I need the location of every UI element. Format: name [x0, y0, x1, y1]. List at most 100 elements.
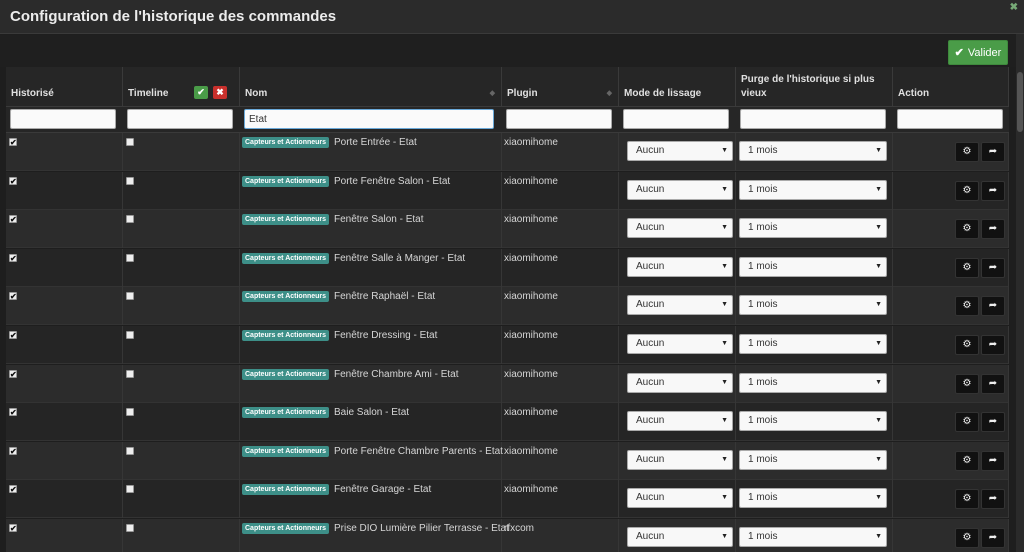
gears-icon[interactable]: ⚙ [955, 374, 979, 394]
timeline-checkbox[interactable] [126, 254, 134, 262]
smoothing-mode-select[interactable]: Aucun ▼ [627, 218, 733, 238]
timeline-checkbox[interactable] [126, 408, 134, 416]
gears-icon[interactable]: ⚙ [955, 142, 979, 162]
header-nom[interactable]: Nom ◆ [240, 67, 502, 107]
timeline-checkbox[interactable] [126, 215, 134, 223]
header-plugin[interactable]: Plugin ◆ [502, 67, 619, 107]
timeline-checkbox[interactable] [126, 485, 134, 493]
timeline-checkbox[interactable] [126, 292, 134, 300]
smoothing-mode-select[interactable]: Aucun ▼ [627, 450, 733, 470]
filter-purge-input[interactable] [740, 109, 886, 129]
header-historise[interactable]: Historisé [6, 67, 123, 107]
purge-value: 1 mois [748, 184, 778, 195]
share-arrow-icon[interactable]: ➦ [981, 181, 1005, 201]
purge-select[interactable]: 1 mois ▼ [739, 373, 887, 393]
timeline-checkbox[interactable] [126, 524, 134, 532]
smoothing-mode-select[interactable]: Aucun ▼ [627, 527, 733, 547]
validate-button[interactable]: ✔ Valider [948, 40, 1008, 65]
table-row: ✔ Capteurs et Actionneurs Porte Entrée - E… [6, 133, 1009, 171]
historise-checkbox[interactable]: ✔ [9, 447, 17, 456]
gears-icon[interactable]: ⚙ [955, 412, 979, 432]
smoothing-mode-select[interactable]: Aucun ▼ [627, 295, 733, 315]
timeline-checkbox[interactable] [126, 177, 134, 185]
header-mode[interactable]: Mode de lissage [619, 67, 736, 107]
action-cell: ⚙ ➦ [893, 326, 1009, 364]
purge-select[interactable]: 1 mois ▼ [739, 488, 887, 508]
purge-select[interactable]: 1 mois ▼ [739, 141, 887, 161]
header-purge[interactable]: Purge de l'historique si plus vieux [736, 67, 893, 107]
share-arrow-icon[interactable]: ➦ [981, 374, 1005, 394]
historise-checkbox[interactable]: ✔ [9, 485, 17, 494]
smoothing-mode-select[interactable]: Aucun ▼ [627, 141, 733, 161]
timeline-checkbox[interactable] [126, 447, 134, 455]
smoothing-mode-select[interactable]: Aucun ▼ [627, 334, 733, 354]
share-arrow-icon[interactable]: ➦ [981, 258, 1005, 278]
historise-checkbox[interactable]: ✔ [9, 177, 17, 186]
purge-select[interactable]: 1 mois ▼ [739, 527, 887, 547]
table-row: ✔ Capteurs et Actionneurs Fenêtre Raphaël … [6, 287, 1009, 325]
timeline-disable-all-button[interactable]: ✖ [213, 86, 227, 99]
chevron-down-icon: ▼ [875, 186, 882, 193]
gears-icon[interactable]: ⚙ [955, 489, 979, 509]
filter-historise-input[interactable] [10, 109, 116, 129]
purge-select[interactable]: 1 mois ▼ [739, 295, 887, 315]
historise-checkbox[interactable]: ✔ [9, 254, 17, 263]
gears-icon[interactable]: ⚙ [955, 528, 979, 548]
timeline-checkbox[interactable] [126, 331, 134, 339]
gears-icon[interactable]: ⚙ [955, 258, 979, 278]
timeline-checkbox[interactable] [126, 138, 134, 146]
nom-cell: Capteurs et Actionneurs Fenêtre Raphaël -… [240, 287, 502, 325]
purge-select[interactable]: 1 mois ▼ [739, 218, 887, 238]
category-badge: Capteurs et Actionneurs [242, 523, 330, 534]
category-badge: Capteurs et Actionneurs [242, 330, 330, 341]
filter-action-input[interactable] [897, 109, 1003, 129]
purge-select[interactable]: 1 mois ▼ [739, 180, 887, 200]
purge-select[interactable]: 1 mois ▼ [739, 450, 887, 470]
smoothing-mode-select[interactable]: Aucun ▼ [627, 411, 733, 431]
table-row: ✔ Capteurs et Actionneurs Fenêtre Chambre … [6, 365, 1009, 403]
historise-checkbox[interactable]: ✔ [9, 370, 17, 379]
share-arrow-icon[interactable]: ➦ [981, 142, 1005, 162]
share-arrow-icon[interactable]: ➦ [981, 489, 1005, 509]
smoothing-mode-select[interactable]: Aucun ▼ [627, 373, 733, 393]
header-timeline[interactable]: Timeline ✔ ✖ [123, 67, 240, 107]
timeline-enable-all-button[interactable]: ✔ [194, 86, 208, 99]
gears-icon[interactable]: ⚙ [955, 335, 979, 355]
share-arrow-icon[interactable]: ➦ [981, 528, 1005, 548]
historise-checkbox[interactable]: ✔ [9, 524, 17, 533]
scrollbar-thumb[interactable] [1017, 72, 1023, 132]
category-badge: Capteurs et Actionneurs [242, 253, 330, 264]
share-arrow-icon[interactable]: ➦ [981, 219, 1005, 239]
purge-select[interactable]: 1 mois ▼ [739, 411, 887, 431]
historise-checkbox[interactable]: ✔ [9, 138, 17, 147]
share-arrow-icon[interactable]: ➦ [981, 296, 1005, 316]
historise-checkbox[interactable]: ✔ [9, 331, 17, 340]
historise-checkbox[interactable]: ✔ [9, 215, 17, 224]
action-cell: ⚙ ➦ [893, 403, 1009, 441]
chevron-down-icon: ▼ [721, 340, 728, 347]
share-arrow-icon[interactable]: ➦ [981, 451, 1005, 471]
historise-checkbox[interactable]: ✔ [9, 408, 17, 417]
filter-nom-input[interactable] [244, 109, 494, 129]
timeline-checkbox[interactable] [126, 370, 134, 378]
gears-icon[interactable]: ⚙ [955, 219, 979, 239]
smoothing-mode-select[interactable]: Aucun ▼ [627, 488, 733, 508]
share-arrow-icon[interactable]: ➦ [981, 335, 1005, 355]
filter-mode-input[interactable] [623, 109, 729, 129]
close-icon[interactable]: ✖ [1010, 2, 1018, 13]
filter-timeline-input[interactable] [127, 109, 233, 129]
sort-icon[interactable]: ◆ [607, 89, 612, 97]
smoothing-mode-select[interactable]: Aucun ▼ [627, 257, 733, 277]
gears-icon[interactable]: ⚙ [955, 296, 979, 316]
purge-select[interactable]: 1 mois ▼ [739, 257, 887, 277]
gears-icon[interactable]: ⚙ [955, 181, 979, 201]
sort-icon[interactable]: ◆ [490, 89, 495, 97]
check-icon: ✔ [954, 47, 964, 59]
purge-select[interactable]: 1 mois ▼ [739, 334, 887, 354]
share-arrow-icon[interactable]: ➦ [981, 412, 1005, 432]
filter-plugin-input[interactable] [506, 109, 612, 129]
gears-icon[interactable]: ⚙ [955, 451, 979, 471]
smoothing-mode-select[interactable]: Aucun ▼ [627, 180, 733, 200]
scrollbar[interactable] [1016, 34, 1024, 552]
historise-checkbox[interactable]: ✔ [9, 292, 17, 301]
